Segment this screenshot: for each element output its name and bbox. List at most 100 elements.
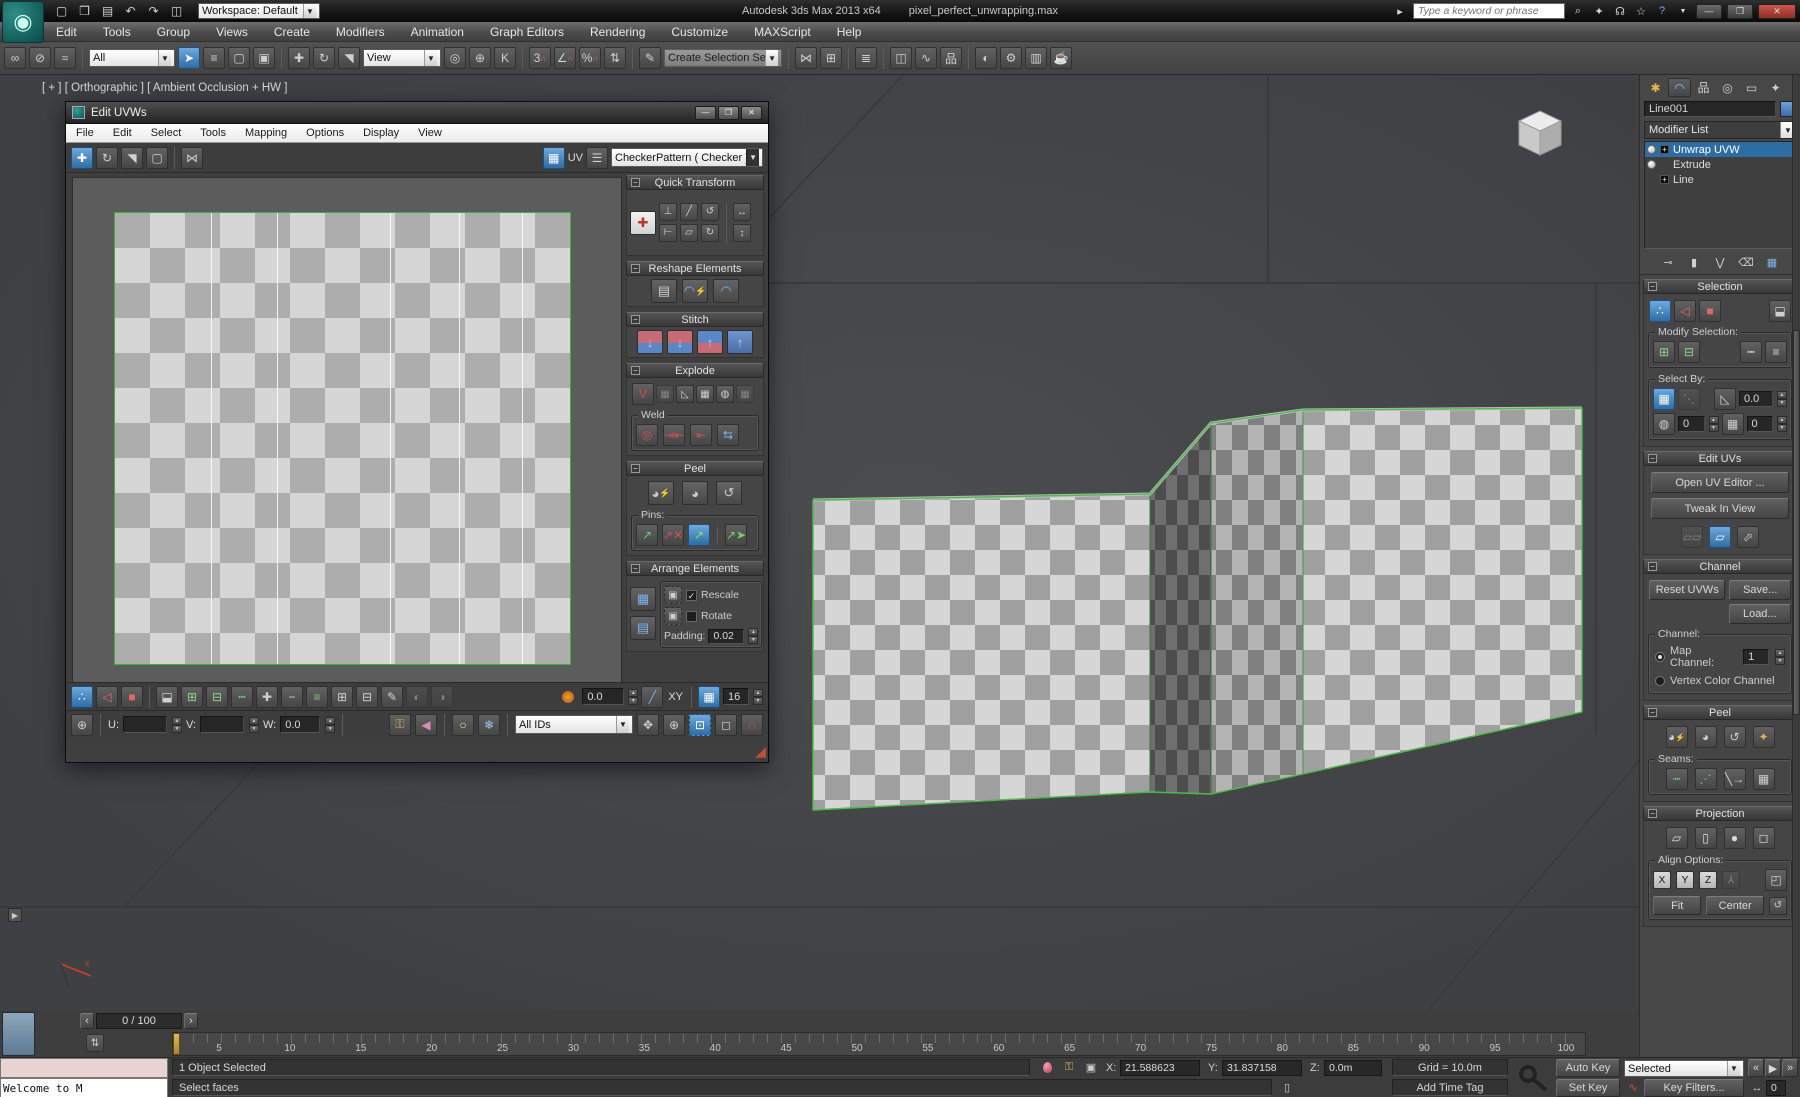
y-coordinate-field[interactable]: 31.837158 [1222,1060,1302,1076]
v-spinner[interactable]: ▲▼ [249,717,259,733]
w-spinner[interactable]: ▲▼ [325,717,335,733]
align-element-icon[interactable]: ▱ [680,224,698,242]
move-uv-icon[interactable]: ✚ [71,147,93,169]
modifier-onoff-bulb-icon[interactable] [1647,160,1656,169]
scrollbar-thumb[interactable] [1793,330,1800,715]
tab-hierarchy-icon[interactable]: 品 [1692,78,1715,97]
layer-manager-icon[interactable]: ≣ [855,47,877,69]
falloff-space-label[interactable]: XY [668,691,683,703]
window-crossing-icon[interactable]: ▣ [253,47,275,69]
rotate-cw-90-icon[interactable]: ↻ [701,224,719,242]
rescale-elements-icon[interactable]: ▤ [630,616,656,640]
modifier-stack-row[interactable]: + Extrude [1645,157,1795,172]
space-horizontal-icon[interactable]: ↔ [733,203,751,221]
show-map-toggle-icon[interactable]: ▦ [543,147,565,169]
absolute-offset-toggle-icon[interactable]: ▣ [1082,1059,1100,1076]
flatten-by-material-icon[interactable]: ▦ [656,385,674,403]
select-and-link-icon[interactable]: ∞ [4,47,26,69]
pin-tool-icon[interactable]: ↗ [636,524,658,546]
select-and-move-icon[interactable]: ✚ [288,47,310,69]
relax-tool-icon[interactable]: ◠ [713,279,739,303]
redo-icon[interactable]: ↷ [144,3,163,20]
modifier-onoff-bulb-icon[interactable] [1647,145,1656,154]
uv-space-label[interactable]: UV [568,152,583,164]
shrink-loop-icon[interactable]: − [281,686,303,708]
tab-display-icon[interactable]: ▭ [1740,78,1763,97]
subscription-icon[interactable]: ✦ [1591,3,1607,19]
flatten-by-smoothing-group-icon[interactable]: V [632,383,654,405]
select-loop-icon[interactable]: ┅ [231,686,253,708]
dialog-menu-item[interactable]: Mapping [245,127,287,139]
reset-peel-icon[interactable]: ↺ [716,481,742,505]
render-setup-icon[interactable]: ⚙ [1000,47,1022,69]
object-name-field[interactable]: Line001 [1644,101,1776,117]
tweak-in-view-button[interactable]: Tweak In View [1651,498,1789,519]
angle-snap-icon[interactable]: ∠∩ [554,47,576,69]
hide-selected-icon[interactable]: ○ [452,714,474,736]
align-axis-button[interactable]: Z [1699,871,1717,889]
set-key-button[interactable]: Set Key [1556,1079,1620,1097]
menu-item[interactable]: Views [216,25,248,39]
auto-key-button[interactable]: Auto Key [1556,1059,1620,1077]
reset-uvws-button[interactable]: Reset UVWs [1649,580,1725,600]
smoothing-group-field[interactable]: 0 [1678,416,1705,432]
point-to-point-select-icon[interactable]: ⋱ [1678,388,1700,410]
dialog-menu-item[interactable]: Options [306,127,344,139]
rollout-reshape-header[interactable]: − Reshape Elements [626,261,764,276]
time-ruler[interactable]: 5101520253035404550556065707580859095100 [172,1032,1586,1056]
vertex-subobject-icon[interactable]: ∴ [1649,300,1671,322]
rendered-frame-window-icon[interactable]: ▥ [1025,47,1047,69]
menu-item[interactable]: Group [157,25,190,39]
filter-selected-faces-icon[interactable]: ◀ [415,714,437,736]
weld-selected-icon[interactable]: ⇥⇤ [663,424,685,446]
select-and-manipulate-icon[interactable]: ⊕ [469,47,491,69]
rollout-stitch-header[interactable]: − Stitch [626,312,764,327]
menu-item[interactable]: MAXScript [754,25,811,39]
stitch-to-source-icon[interactable]: ↑ [697,330,723,354]
brush-size-field[interactable]: 16 [723,688,749,705]
material-id-filter-dropdown[interactable]: All IDs▼ [515,715,633,734]
texture-dropdown[interactable]: CheckerPattern ( Checker ) ▼ [611,148,763,167]
map-channel-radio[interactable] [1655,652,1665,662]
pelt-map-icon[interactable]: ✦ [1753,726,1775,748]
previous-frame-button[interactable]: ‹ [80,1013,94,1029]
map-channel-spinner[interactable]: ▲▼ [1775,649,1785,665]
workspace-dropdown[interactable]: Workspace: Default▼ [198,3,320,19]
x-coordinate-field[interactable]: 21.588623 [1120,1060,1200,1076]
minimize-button[interactable]: — [1696,4,1722,19]
center-button[interactable]: Center [1706,896,1764,915]
u-field[interactable] [123,716,167,733]
edge-mode-icon[interactable]: ◁ [96,686,118,708]
dialog-resize-grip[interactable]: ◢ [755,743,766,760]
rollout-explode-header[interactable]: − Explode [626,363,764,378]
select-and-scale-icon[interactable]: ◥ [338,47,360,69]
rollout-peel-dialog-header[interactable]: − Peel [626,461,764,476]
fit-button[interactable]: Fit [1653,896,1701,915]
lock-selection-icon[interactable]: ⚿ [389,714,411,736]
select-by-material-id-icon[interactable]: ▦ [1722,413,1744,435]
rollout-channel-header[interactable]: − Channel [1643,559,1797,574]
edge-to-seam-icon[interactable]: ╲→ [1724,768,1746,790]
u-spinner[interactable]: ▲▼ [172,717,182,733]
flatten-custom-icon[interactable]: ▦ [736,385,754,403]
close-button[interactable]: ✕ [1758,4,1796,19]
unpin-selected-icon[interactable]: ↗➤ [725,524,747,546]
dialog-menu-item[interactable]: File [76,127,94,139]
grow-ring-icon[interactable]: ⊞ [331,686,353,708]
keyboard-override-icon[interactable]: K [494,47,516,69]
zoom-icon[interactable]: ⊕ [663,714,685,736]
select-by-smoothing-group-icon[interactable]: ◍ [1653,413,1675,435]
stitch-to-average-icon[interactable]: ↑ [727,330,753,354]
rotate-uv-icon[interactable]: ↻ [96,147,118,169]
material-editor-icon[interactable]: ◐ [975,47,997,69]
load-uvws-button[interactable]: Load... [1729,604,1791,624]
dialog-menu-item[interactable]: Edit [113,127,132,139]
soft-selection-field[interactable]: 0.0 [582,688,624,705]
spherical-map-icon[interactable]: ● [1724,827,1746,849]
select-by-name-icon[interactable]: ≡ [203,47,225,69]
key-filters-button[interactable]: Key Filters... [1644,1079,1744,1097]
menu-item[interactable]: Tools [103,25,131,39]
go-to-end-button[interactable]: » [1782,1059,1798,1077]
communication-center-icon[interactable]: ☊ [1612,3,1628,19]
align-vertical-icon[interactable]: ⊢ [659,224,677,242]
